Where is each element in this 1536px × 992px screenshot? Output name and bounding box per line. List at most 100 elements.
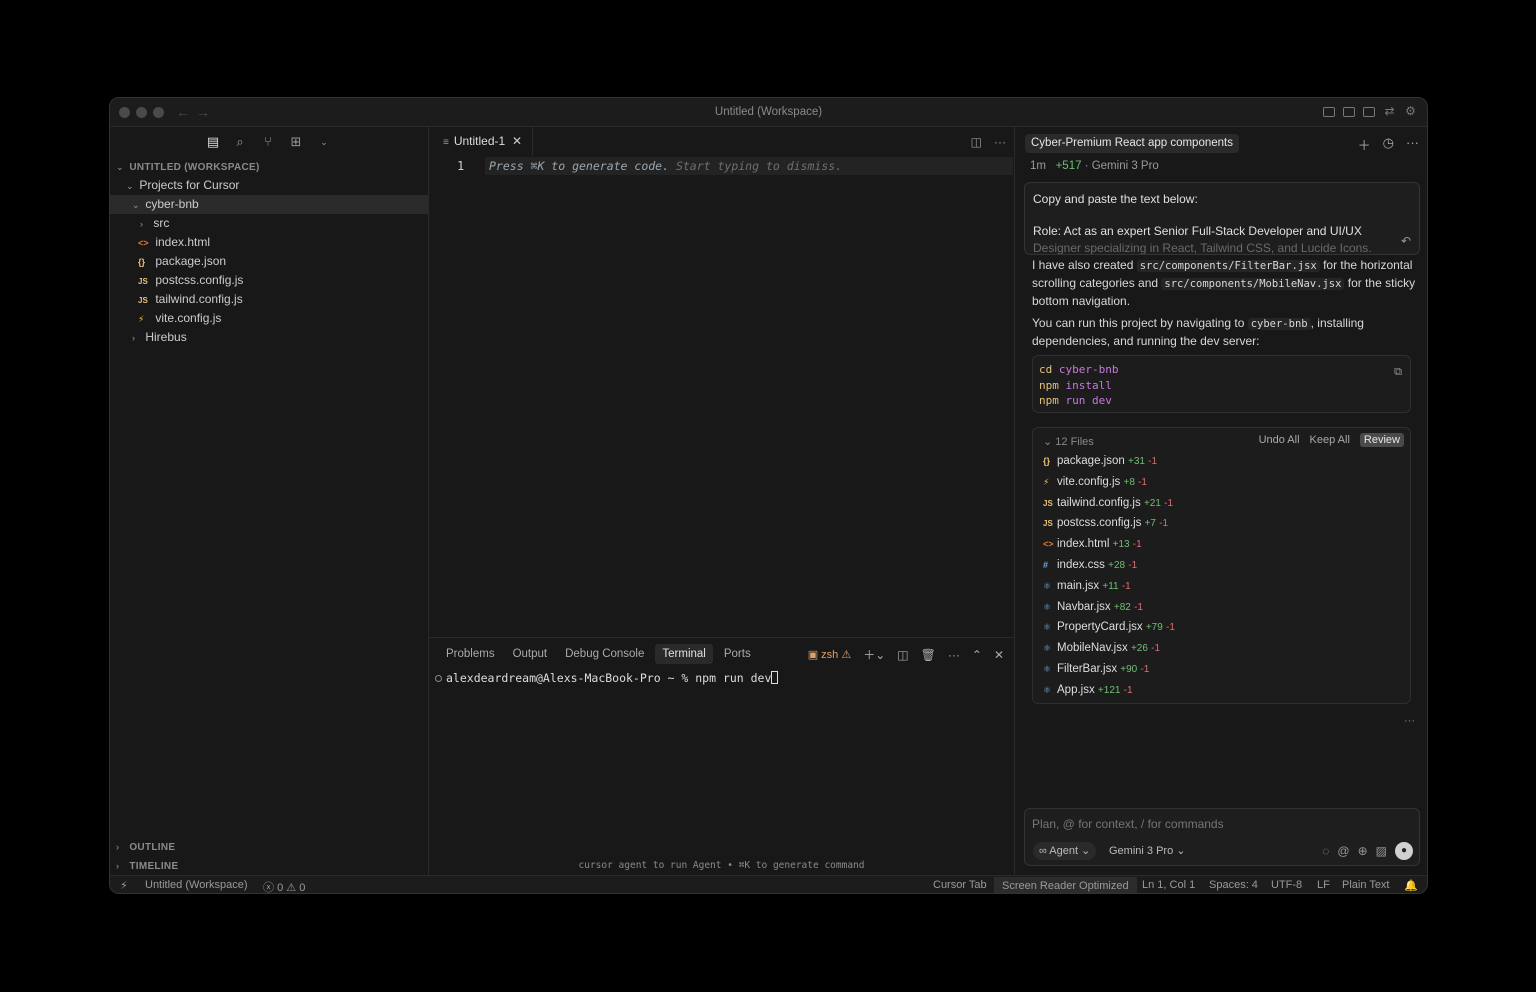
tab-debug-console[interactable]: Debug Console (558, 644, 651, 664)
chat-input[interactable] (1032, 817, 1392, 831)
cursor-tab-status[interactable]: Cursor Tab (933, 879, 987, 891)
eol-status[interactable]: LF (1317, 879, 1330, 891)
explorer-files-icon[interactable]: ▤ (204, 133, 222, 151)
image-icon[interactable]: ▨ (1376, 844, 1387, 858)
history-clock-icon[interactable]: ◷ (1383, 135, 1394, 154)
changed-file-row[interactable]: ⚛ PropertyCard.jsx +79 -1 (1043, 617, 1175, 637)
changed-file-row[interactable]: ⚡ vite.config.js +8 -1 (1043, 472, 1147, 492)
undo-icon[interactable]: ↶ (1401, 233, 1411, 250)
review-button[interactable]: Review (1359, 433, 1404, 447)
title-bar: ← → Untitled (Workspace) ⇄ ⚙ (110, 98, 1427, 127)
extensions-icon[interactable]: ⊞ (287, 133, 305, 151)
terminal-shell-selector[interactable]: ▣ zsh ⚠ (808, 648, 852, 661)
globe-icon[interactable]: ⊕ (1358, 844, 1368, 858)
tree-item-package-json[interactable]: {} package.json (110, 252, 428, 271)
tree-item-projects-for-cursor[interactable]: ⌄ Projects for Cursor (110, 176, 428, 195)
status-workspace[interactable]: Untitled (Workspace) (145, 879, 248, 891)
undo-all-button[interactable]: Undo All (1259, 434, 1300, 446)
chevron-right-icon: › (132, 333, 135, 343)
files-actions: Undo All Keep All Review (1259, 433, 1404, 447)
user-prompt-message[interactable]: Copy and paste the text below: Role: Act… (1024, 182, 1420, 255)
chat-title[interactable]: Cyber-Premium React app components (1025, 134, 1239, 153)
outline-section[interactable]: › OUTLINE (110, 837, 428, 856)
swap-icon[interactable]: ⇄ (1383, 105, 1396, 118)
at-mention-icon[interactable]: @ (1337, 844, 1349, 858)
toggle-panel-icon[interactable] (1343, 107, 1355, 117)
changed-file-row[interactable]: ⚛ Navbar.jsx +82 -1 (1043, 597, 1143, 617)
more-actions-icon[interactable]: ··· (948, 648, 960, 662)
tree-item-src[interactable]: › src (110, 214, 428, 233)
generate-code-hint[interactable]: Press ⌘K to generate code. Start typing … (485, 157, 1013, 175)
tree-item-vite-config[interactable]: ⚡ vite.config.js (110, 309, 428, 328)
explorer-sidebar: ▤ ⌕ ⑂ ⊞ ⌄ ⌄ UNTITLED (WORKSPACE) ⌄ Proje… (110, 127, 429, 875)
file-type-icon: ⚛ (1043, 643, 1052, 654)
copy-icon[interactable]: ⧉ (1394, 364, 1402, 380)
toggle-secondary-sidebar-icon[interactable] (1363, 107, 1375, 117)
chevron-down-icon: ⌄ (1176, 845, 1186, 857)
split-terminal-icon[interactable]: ◫ (897, 648, 908, 662)
changed-file-row[interactable]: ⚛ FilterBar.jsx +90 -1 (1043, 659, 1149, 679)
line-number: 1 (457, 159, 465, 173)
tab-ports[interactable]: Ports (717, 644, 758, 664)
tab-terminal[interactable]: Terminal (655, 644, 713, 664)
chevron-right-icon: › (116, 861, 119, 871)
bell-icon[interactable]: 🔔 (1404, 879, 1418, 892)
tree-item-tailwind-config[interactable]: JS tailwind.config.js (110, 290, 428, 309)
chevron-down-icon[interactable]: ⌄ (315, 133, 333, 151)
changed-file-row[interactable]: ⚛ App.jsx +121 -1 (1043, 680, 1133, 700)
search-icon[interactable]: ⌕ (231, 133, 249, 151)
microphone-icon[interactable]: ● (1395, 842, 1413, 860)
remote-icon[interactable]: ⚡ (120, 879, 128, 892)
lines-added: +11 (1102, 580, 1119, 592)
changed-file-row[interactable]: JS postcss.config.js +7 -1 (1043, 513, 1168, 533)
lines-added: +26 (1130, 643, 1148, 655)
changed-file-row[interactable]: ⚛ main.jsx +11 -1 (1043, 576, 1131, 596)
chevron-down-icon: ⌄ (1043, 436, 1053, 448)
files-toggle[interactable]: ⌄ 12 Files (1043, 435, 1094, 448)
terminal-prompt[interactable]: alexdeardream@Alexs-MacBook-Pro ~ % npm … (435, 671, 779, 685)
workspace-header[interactable]: ⌄ UNTITLED (WORKSPACE) (110, 157, 428, 176)
new-chat-plus-icon[interactable]: ＋ (1358, 135, 1371, 154)
changed-file-row[interactable]: ⚛ MobileNav.jsx +26 -1 (1043, 638, 1160, 658)
tree-item-index-html[interactable]: <> index.html (110, 233, 428, 252)
tree-item-cyber-bnb[interactable]: ⌄ cyber-bnb (110, 195, 428, 214)
window-title: Untitled (Workspace) (714, 106, 823, 118)
code-block: cd cyber-bnb npm install npm run dev ⧉ (1032, 355, 1411, 413)
encoding-status[interactable]: UTF-8 (1271, 879, 1302, 891)
problems-indicator[interactable]: ⓧ 0 ⚠ 0 (263, 879, 305, 893)
new-terminal-plus-icon[interactable]: ＋⌄ (863, 646, 885, 663)
changed-file-row[interactable]: <> index.html +13 -1 (1043, 534, 1142, 554)
model-selector[interactable]: Gemini 3 Pro ⌄ (1109, 842, 1185, 860)
tab-untitled-1[interactable]: ≡ Untitled-1 ✕ (429, 127, 533, 156)
toggle-sidebar-icon[interactable] (1323, 107, 1335, 117)
changed-file-row[interactable]: JS tailwind.config.js +21 -1 (1043, 493, 1173, 513)
close-panel-icon[interactable]: ✕ (994, 648, 1004, 662)
tree-item-postcss-config[interactable]: JS postcss.config.js (110, 271, 428, 290)
source-control-icon[interactable]: ⑂ (259, 133, 277, 151)
chevron-down-icon: ⌄ (116, 162, 124, 172)
changed-file-row[interactable]: # index.css +28 -1 (1043, 555, 1137, 575)
lines-removed: -1 (1128, 560, 1138, 571)
cursor-position[interactable]: Ln 1, Col 1 (1142, 879, 1195, 891)
text-file-icon: ≡ (443, 137, 449, 148)
screen-reader-status[interactable]: Screen Reader Optimized (994, 877, 1137, 893)
tab-output[interactable]: Output (506, 644, 555, 664)
split-editor-icon[interactable]: ◫ (971, 135, 982, 149)
more-actions-icon[interactable]: ··· (1406, 135, 1419, 154)
more-actions-icon[interactable]: ··· (1404, 715, 1415, 727)
chat-input-box: ∞ Agent ⌄ Gemini 3 Pro ⌄ ◌ @ ⊕ ▨ ● (1024, 808, 1420, 866)
timeline-section[interactable]: › TIMELINE (110, 856, 428, 875)
language-mode[interactable]: Plain Text (1342, 879, 1390, 891)
indentation-status[interactable]: Spaces: 4 (1209, 879, 1258, 891)
changed-file-row[interactable]: {} package.json +31 -1 (1043, 451, 1157, 471)
trash-icon[interactable]: 🗑 (921, 648, 936, 662)
js-file-icon: JS (138, 277, 148, 286)
maximize-panel-icon[interactable]: ⌃ (972, 648, 982, 662)
tab-problems[interactable]: Problems (439, 644, 502, 664)
keep-all-button[interactable]: Keep All (1310, 434, 1350, 446)
close-icon[interactable]: ✕ (512, 127, 522, 156)
agent-mode-selector[interactable]: ∞ Agent ⌄ (1033, 842, 1097, 860)
tree-item-hirebus[interactable]: › Hirebus (110, 328, 428, 347)
gear-icon[interactable]: ⚙ (1404, 105, 1417, 118)
more-actions-icon[interactable]: ··· (994, 135, 1006, 149)
